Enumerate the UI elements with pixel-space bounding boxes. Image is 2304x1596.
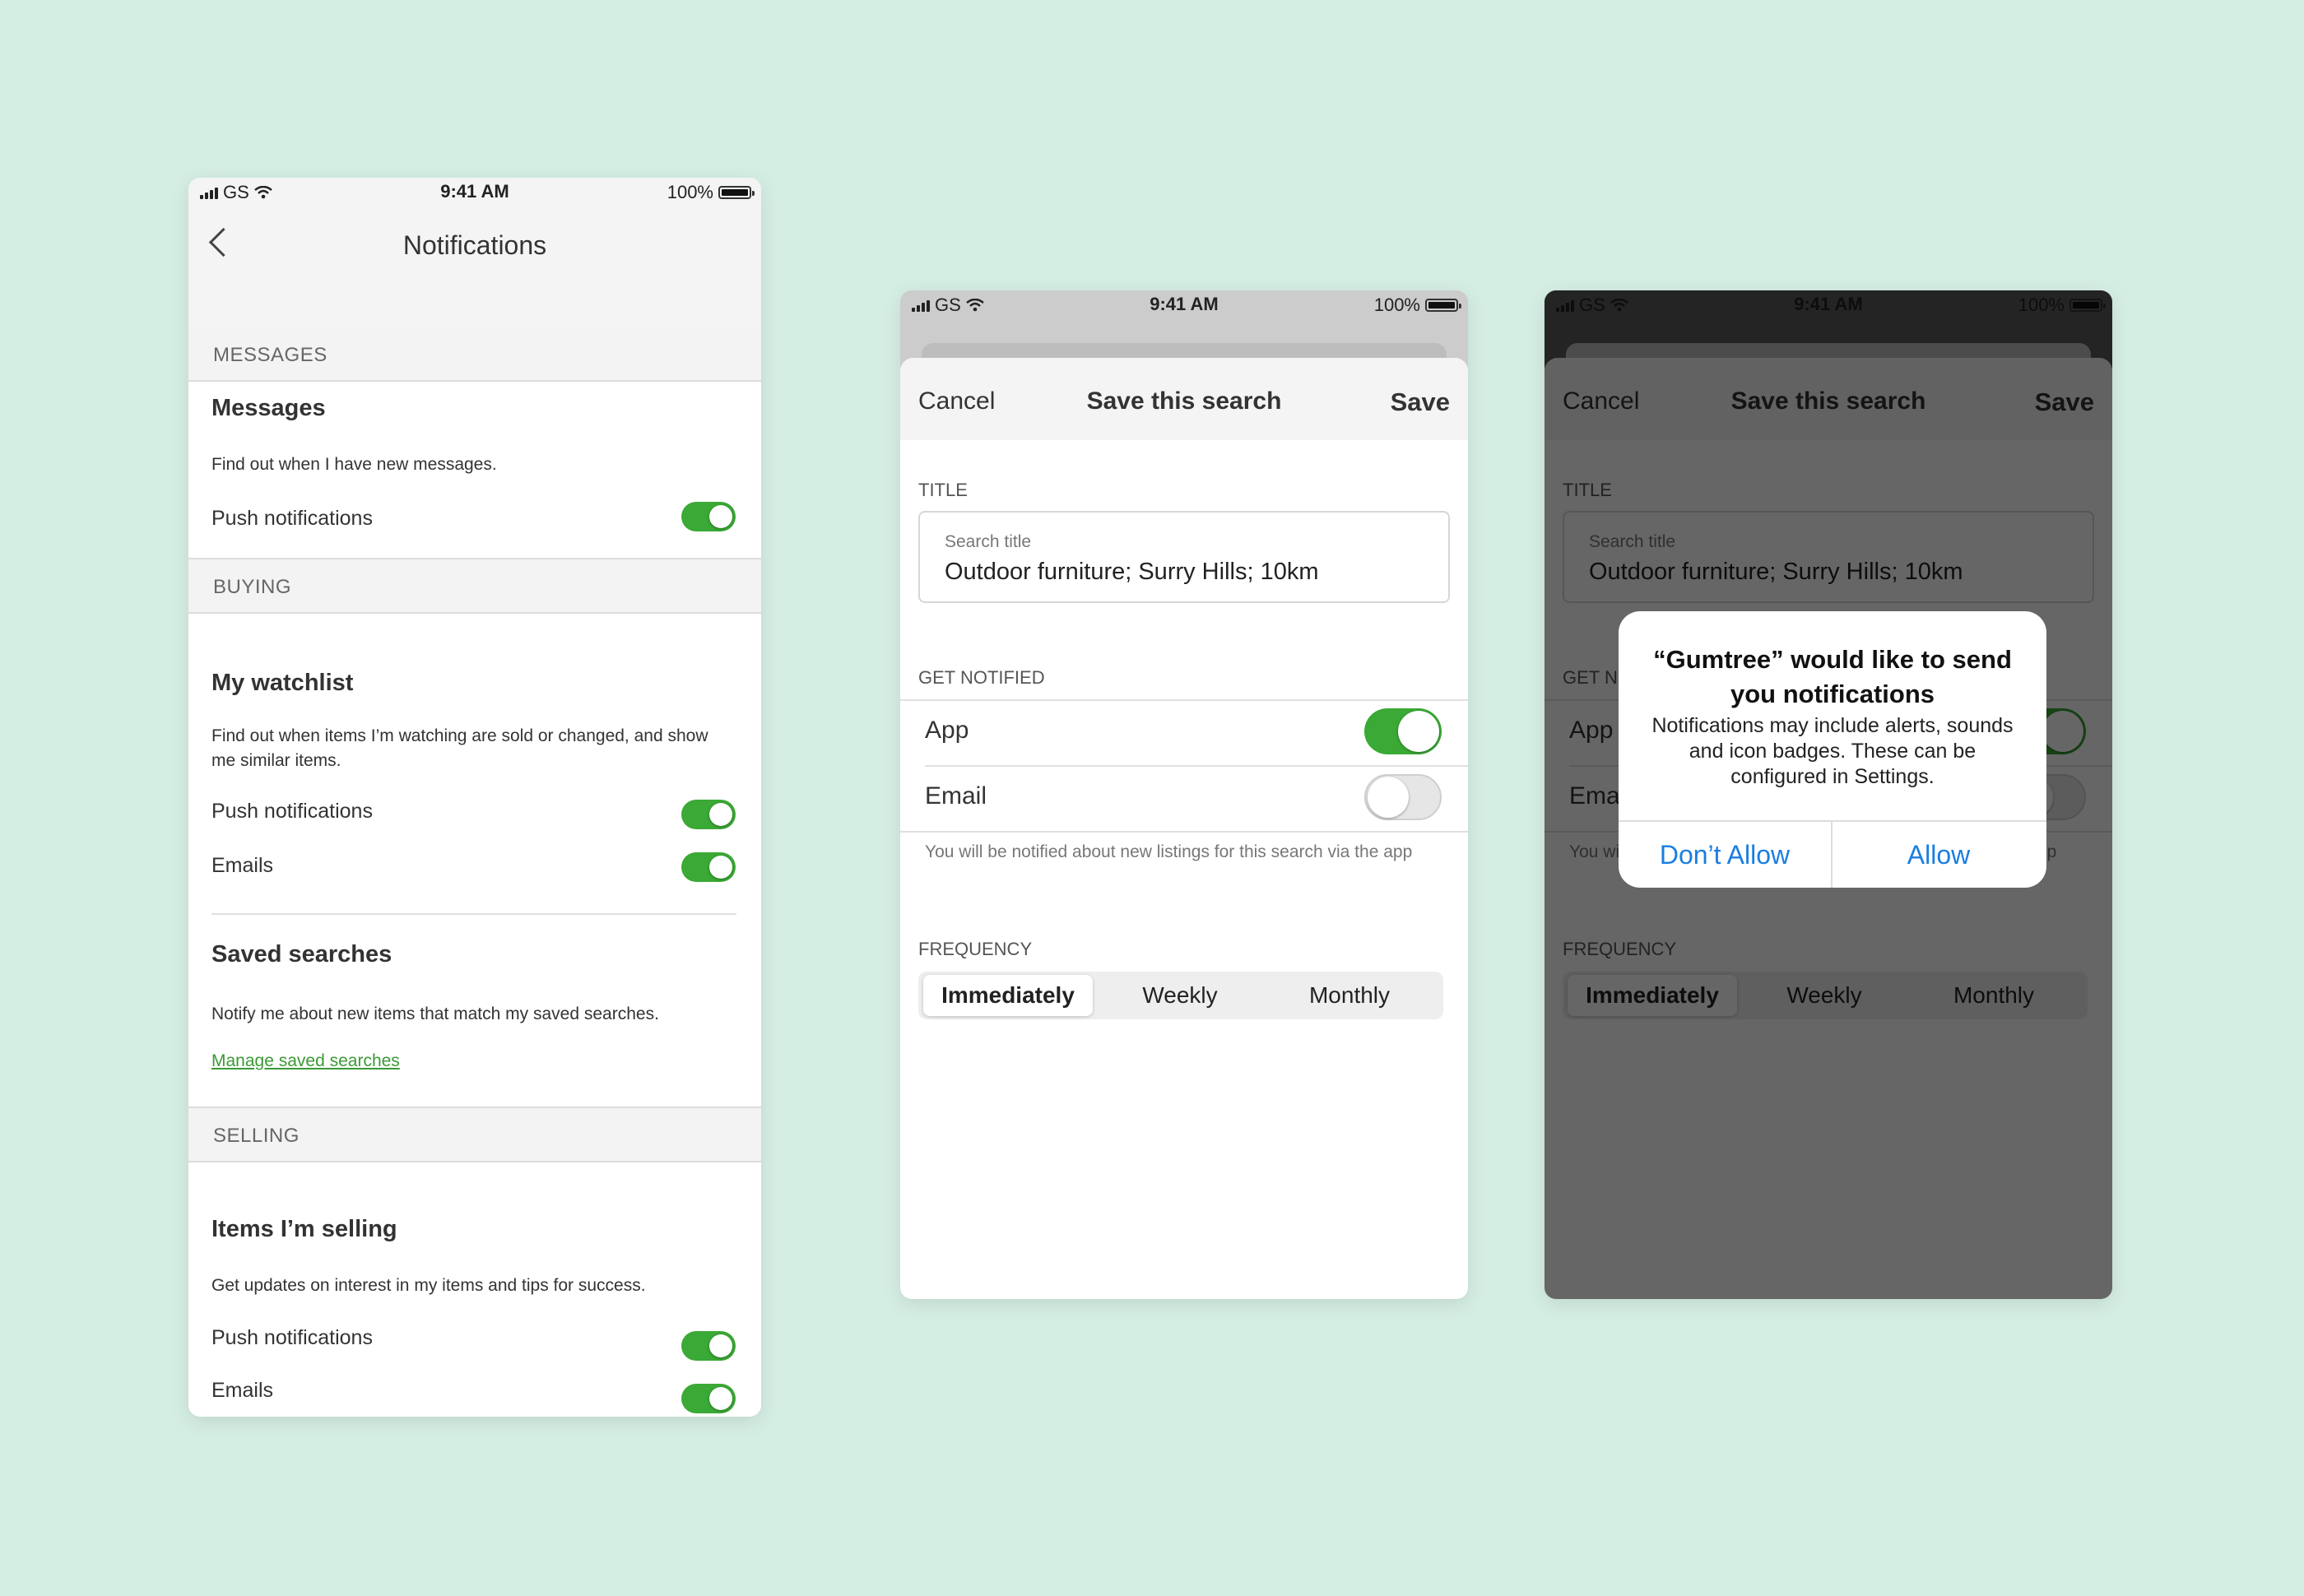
search-title-placeholder: Search title bbox=[945, 532, 1032, 551]
selling-description: Get updates on interest in my items and … bbox=[211, 1276, 646, 1295]
notification-permission-alert: “Gumtree” would like to send you notific… bbox=[1619, 611, 2046, 888]
app-row-label: App bbox=[925, 717, 969, 744]
manage-saved-searches-link[interactable]: Manage saved searches bbox=[211, 1051, 400, 1071]
messages-push-toggle[interactable] bbox=[681, 502, 736, 531]
battery-percent: 100% bbox=[1373, 295, 1420, 315]
messages-title: Messages bbox=[211, 395, 326, 421]
sheet-nav-bar: Cancel Save this search Save bbox=[900, 358, 1468, 440]
frequency-option-immediately[interactable]: Immediately bbox=[923, 975, 1093, 1016]
app-toggle[interactable] bbox=[1364, 708, 1442, 754]
email-toggle[interactable] bbox=[1364, 774, 1442, 820]
nav-header: GS 9:41 AM 100% Notifications bbox=[188, 178, 761, 327]
selling-push-label: Push notifications bbox=[211, 1326, 373, 1349]
save-search-screen: GS 9:41 AM 100% Cancel Save this search … bbox=[900, 290, 1468, 1299]
title-section-label: TITLE bbox=[918, 480, 968, 500]
search-title-value: Outdoor furniture; Surry Hills; 10km bbox=[945, 559, 1319, 585]
notifications-screen: GS 9:41 AM 100% Notifications MESSAGES M… bbox=[188, 178, 761, 1417]
battery-icon bbox=[1425, 299, 1461, 312]
selling-emails-label: Emails bbox=[211, 1379, 274, 1402]
section-header-selling: SELLING bbox=[188, 1108, 761, 1162]
selling-push-toggle[interactable] bbox=[681, 1331, 736, 1361]
alert-title: “Gumtree” would like to send you notific… bbox=[1653, 645, 2012, 708]
battery-percent: 100% bbox=[667, 182, 713, 202]
messages-description: Find out when I have new messages. bbox=[211, 455, 497, 474]
watchlist-push-toggle[interactable] bbox=[681, 800, 736, 829]
permission-screen: GS 9:41 AM 100% Cancel Save this search … bbox=[1545, 290, 2112, 1299]
status-bar: GS 9:41 AM 100% bbox=[188, 178, 761, 207]
watchlist-push-label: Push notifications bbox=[211, 800, 373, 823]
saved-searches-title: Saved searches bbox=[211, 941, 393, 967]
page-title: Notifications bbox=[402, 230, 547, 260]
frequency-option-monthly[interactable]: Monthly bbox=[1267, 975, 1432, 1016]
frequency-section-label: FREQUENCY bbox=[918, 939, 1033, 959]
watchlist-emails-label: Emails bbox=[211, 854, 274, 877]
watchlist-title: My watchlist bbox=[211, 670, 354, 696]
selling-title: Items I’m selling bbox=[211, 1216, 397, 1242]
battery-icon bbox=[718, 186, 755, 199]
notify-hint: You will be notified about new listings … bbox=[925, 842, 1413, 861]
sheet-title: Save this search bbox=[1086, 387, 1282, 415]
save-button[interactable]: Save bbox=[1391, 387, 1450, 417]
save-search-sheet: Cancel Save this search Save TITLE Searc… bbox=[900, 358, 1468, 1299]
search-title-input[interactable]: Search title Outdoor furniture; Surry Hi… bbox=[918, 511, 1450, 603]
allow-button[interactable]: Allow bbox=[1833, 822, 2045, 888]
saved-searches-description: Notify me about new items that match my … bbox=[211, 1004, 659, 1023]
alert-message: Notifications may include alerts, sounds… bbox=[1651, 714, 2014, 788]
watchlist-emails-toggle[interactable] bbox=[681, 852, 736, 882]
frequency-segmented-control: Immediately Weekly Monthly bbox=[918, 972, 1443, 1019]
section-header-messages: MESSAGES bbox=[188, 327, 761, 382]
frequency-option-weekly[interactable]: Weekly bbox=[1098, 975, 1262, 1016]
dont-allow-button[interactable]: Don’t Allow bbox=[1619, 822, 1831, 888]
selling-emails-toggle[interactable] bbox=[681, 1384, 736, 1413]
messages-push-label: Push notifications bbox=[211, 507, 373, 530]
email-row-label: Email bbox=[925, 782, 987, 810]
watchlist-description: Find out when items I’m watching are sol… bbox=[211, 726, 708, 770]
section-header-buying: BUYING bbox=[188, 559, 761, 614]
status-bar: GS 9:41 AM 100% bbox=[900, 290, 1468, 320]
get-notified-section-label: GET NOTIFIED bbox=[918, 667, 1045, 688]
